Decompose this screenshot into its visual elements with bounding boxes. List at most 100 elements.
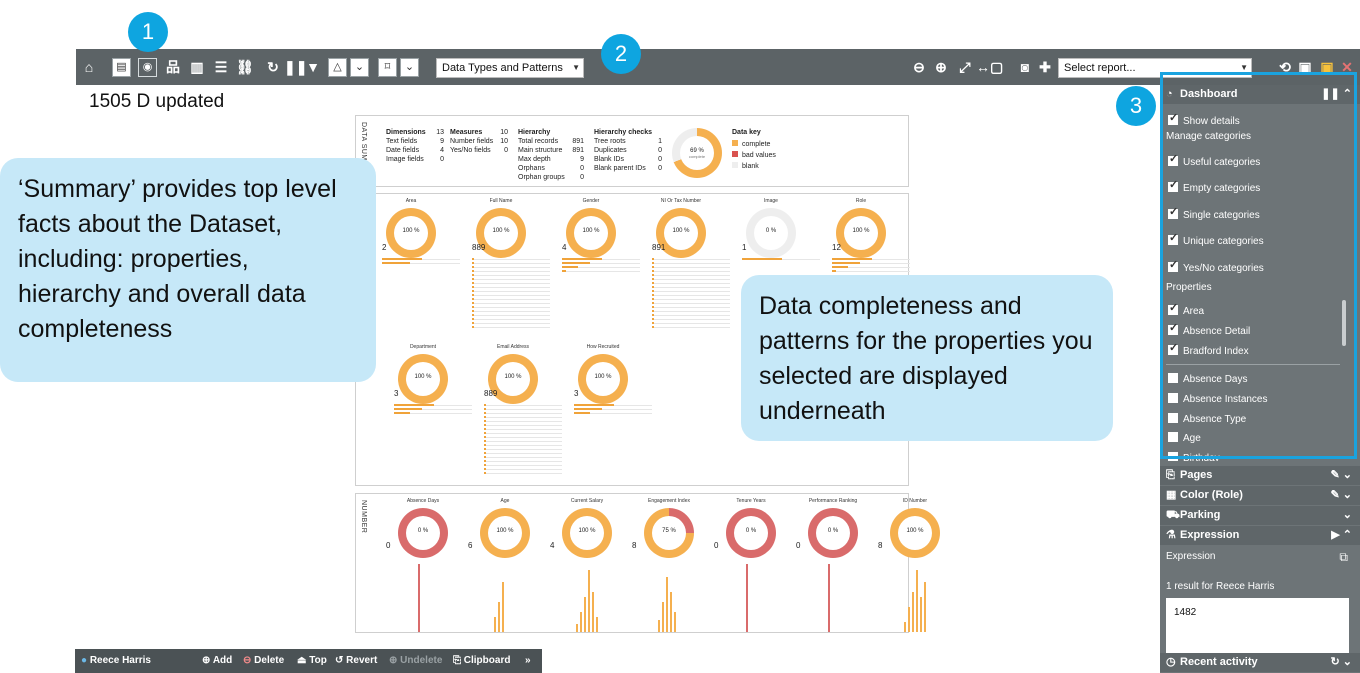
run-collapse-icon[interactable]: ▶ ⌃ xyxy=(1331,526,1352,545)
fit-width-icon[interactable]: ↔▢ xyxy=(976,58,1003,76)
checks-heading: Hierarchy checks xyxy=(594,129,652,136)
measures-heading: Measures xyxy=(450,129,483,136)
list-item xyxy=(484,470,562,474)
add-button[interactable]: ⊕ Add xyxy=(202,649,232,673)
number-property-card[interactable]: Current Salary 100 % xyxy=(542,498,632,558)
donut-percent: 0 % xyxy=(827,528,839,534)
revert-button[interactable]: ↺ Revert xyxy=(335,649,377,673)
distinct-count: 2 xyxy=(382,243,387,252)
chevron-down-icon[interactable]: ⌄ xyxy=(1343,506,1352,525)
distinct-count: 4 xyxy=(562,243,567,252)
histogram-bar xyxy=(418,564,420,632)
chart-view-icon[interactable]: ▥ xyxy=(188,58,206,76)
property-card[interactable]: Email Address 100 % xyxy=(468,344,558,404)
number-property-card[interactable]: Tenure Years 0 % xyxy=(706,498,796,558)
expression-result-box: 1482 xyxy=(1166,598,1349,653)
distinct-count: 1 xyxy=(742,243,747,252)
select-report-value: Select report... xyxy=(1064,62,1136,74)
histogram-bar xyxy=(584,597,586,632)
number-property-card[interactable]: Performance Ranking 0 % xyxy=(788,498,878,558)
parking-section-header[interactable]: ⛟Parking ⌄ xyxy=(1160,506,1360,525)
donut-percent: 100 % xyxy=(504,374,522,380)
hierarchy-column: Hierarchy Total records 891 Main structur… xyxy=(518,128,584,182)
donut-center: 100 % xyxy=(574,216,608,250)
camera-icon[interactable]: ◙ xyxy=(1016,58,1034,76)
donut-percent: 0 % xyxy=(745,528,757,534)
distinct-count: 3 xyxy=(574,389,579,398)
distribution-histogram xyxy=(642,564,700,632)
histogram-bar xyxy=(908,607,910,632)
value-list xyxy=(472,256,550,328)
user-indicator[interactable]: ● Reece Harris xyxy=(81,649,151,673)
pause-icon[interactable]: ❚❚ xyxy=(284,58,307,76)
property-card[interactable]: Role 100 % xyxy=(816,198,906,258)
property-card[interactable]: Full Name 100 % xyxy=(456,198,546,258)
number-property-card[interactable]: Engagement Index 75 % xyxy=(624,498,714,558)
list-item xyxy=(382,260,460,264)
report-type-dropdown[interactable]: Data Types and Patterns ▼ xyxy=(436,58,584,78)
summary-label: Image fields xyxy=(386,156,424,163)
chevron-down-icon[interactable]: ⌄ xyxy=(350,58,369,77)
property-name: Area xyxy=(405,198,417,204)
property-card[interactable]: Department 100 % xyxy=(378,344,468,404)
recent-activity-section-header[interactable]: ◷ Recent activity ↻ ⌄ xyxy=(1160,653,1360,672)
undelete-button[interactable]: ⊕ Undelete xyxy=(389,649,442,673)
chevron-down-icon[interactable]: ⌄ xyxy=(400,58,419,77)
number-property-card[interactable]: ID Number 100 % xyxy=(870,498,960,558)
value-list xyxy=(562,256,640,272)
summary-label: Tree roots xyxy=(594,138,626,145)
copy-icon[interactable]: ⧉ xyxy=(1339,550,1348,565)
pin-icon[interactable]: ✚ xyxy=(1036,58,1054,76)
zoom-in-icon[interactable]: ⊕ xyxy=(932,58,950,76)
property-name: Absence Days xyxy=(406,498,440,504)
result-count-label: 1 result for Reece Harris xyxy=(1166,581,1275,592)
list-view-icon[interactable]: ☰ xyxy=(212,58,230,76)
donut-center: 100 % xyxy=(394,216,428,250)
refresh-collapse-icon[interactable]: ↻ ⌄ xyxy=(1331,653,1353,672)
edit-collapse-icon[interactable]: ✎ ⌄ xyxy=(1331,486,1353,505)
data-key-heading: Data key xyxy=(732,129,761,136)
home-icon[interactable]: ⌂ xyxy=(80,58,98,76)
dot-icon: ● xyxy=(81,655,88,666)
donut-center: 0 % xyxy=(816,516,850,550)
hierarchy-checks-column: Hierarchy checks Tree roots 1 Duplicates 0… xyxy=(594,128,662,173)
property-card[interactable]: NI Or Tax Number 100 % xyxy=(636,198,726,258)
zoom-out-icon[interactable]: ⊖ xyxy=(910,58,928,76)
histogram-bar xyxy=(746,564,748,632)
color-role-section-header[interactable]: ▦ Color (Role) ✎ ⌄ xyxy=(1160,486,1360,505)
completeness-donut: 0 % xyxy=(808,508,858,558)
property-card[interactable]: Image 0 % xyxy=(726,198,816,258)
top-button[interactable]: ⏏ Top xyxy=(297,649,327,673)
expand-icon[interactable]: ⤢ xyxy=(956,58,974,76)
number-property-card[interactable]: Absence Days 0 % xyxy=(378,498,468,558)
hierarchy-view-icon[interactable]: 品 xyxy=(164,58,182,76)
triangle-icon[interactable]: △ xyxy=(328,58,347,77)
property-card[interactable]: How Recruited 100 % xyxy=(558,344,648,404)
pages-section-header[interactable]: ⎘ Pages ✎ ⌄ xyxy=(1160,466,1360,485)
filter-icon[interactable]: ▼ xyxy=(304,58,322,76)
delete-button[interactable]: ⊖ Delete xyxy=(243,649,284,673)
undo-icon: ↺ xyxy=(335,655,344,666)
summary-value: 1 xyxy=(658,138,662,145)
donut-center: 100 % xyxy=(406,362,440,396)
refresh-icon[interactable]: ↻ xyxy=(264,58,282,76)
property-name: ID Number xyxy=(902,498,928,504)
histogram-bar xyxy=(828,564,830,632)
bookmark-icon[interactable]: ⌑ xyxy=(378,58,397,77)
property-name: Role xyxy=(855,198,867,204)
property-card[interactable]: Area 100 % xyxy=(366,198,456,258)
property-card[interactable]: Gender 100 % xyxy=(546,198,636,258)
dashboard-view-icon[interactable]: ◉ xyxy=(138,58,157,77)
histogram-bar xyxy=(670,592,672,632)
list-item xyxy=(832,268,910,272)
completeness-donut: 100 % xyxy=(480,508,530,558)
link-icon[interactable]: ⛓ xyxy=(236,58,254,76)
more-icon[interactable]: » xyxy=(525,649,531,673)
table-view-icon[interactable]: ▤ xyxy=(112,58,131,77)
number-property-card[interactable]: Age 100 % xyxy=(460,498,550,558)
expression-section-header[interactable]: ⚗ Expression ▶ ⌃ xyxy=(1160,526,1360,545)
completeness-callout: Data completeness and patterns for the p… xyxy=(741,275,1113,441)
edit-collapse-icon[interactable]: ✎ ⌄ xyxy=(1331,466,1353,485)
dimensions-heading: Dimensions xyxy=(386,129,426,136)
clipboard-button[interactable]: ⎘ Clipboard xyxy=(453,649,510,673)
